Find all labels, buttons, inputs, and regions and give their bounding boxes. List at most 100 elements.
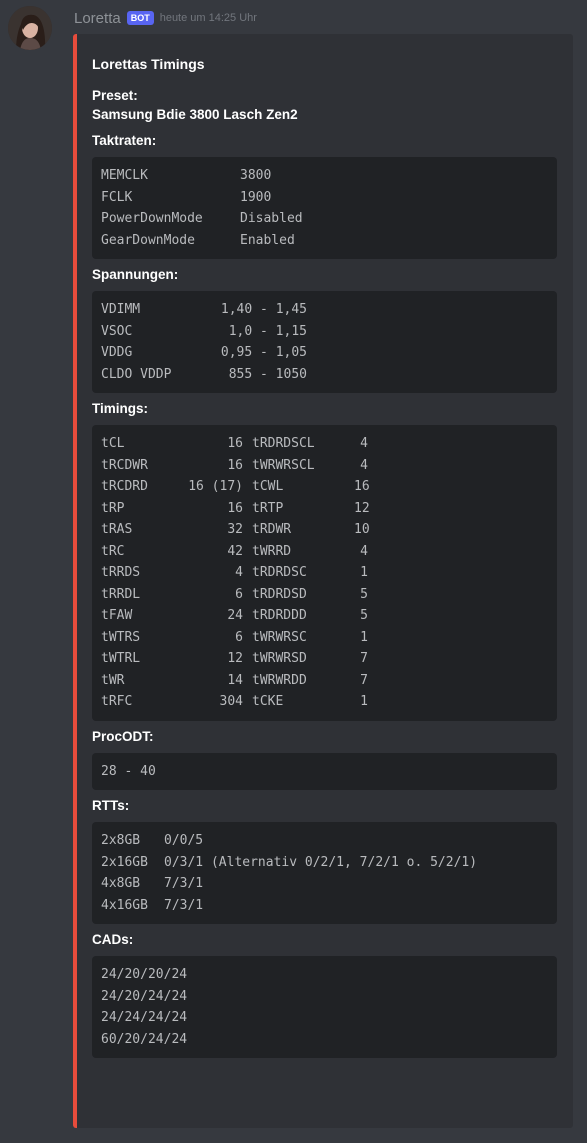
code-cell: 16 — [227, 436, 243, 451]
code-cell: Disabled — [240, 211, 303, 226]
code-line: tRAS 32 tRDWR 10 — [101, 519, 549, 541]
code-cell: 0/3/1 (Alternativ 0/2/1, 7/2/1 o. 5/2/1) — [164, 854, 478, 870]
code-cell: 855 - 1050 — [228, 366, 307, 382]
code-cell: 1 — [360, 565, 368, 580]
embed-title: Lorettas Timings — [92, 56, 205, 72]
field-cads: CADs: 24/20/20/24 24/20/24/24 24/24/24/24 6… — [92, 932, 557, 1058]
code-line: tFAW 24 tRDRDDD 5 — [101, 605, 549, 627]
code-cell: tCL — [101, 436, 125, 451]
code-cell: tRTP — [252, 500, 284, 516]
code-block: 28 - 40 — [92, 752, 557, 790]
code-line: tRCDRD 16 (17) tCWL 16 — [101, 476, 549, 498]
code-line: 60/20/24/24 — [101, 1029, 549, 1051]
code-cell: tFAW — [101, 608, 133, 623]
code-line: 24/20/20/24 — [101, 964, 549, 986]
avatar[interactable] — [8, 6, 52, 50]
code-cell: tRDWR — [252, 522, 292, 537]
code-cell: tWRRD — [252, 543, 292, 559]
field-name: RTTs: — [92, 798, 130, 813]
code-line: 28 - 40 — [101, 761, 549, 783]
code-cell: 10 — [354, 522, 370, 537]
code-cell: 6 — [235, 629, 243, 645]
embed: Lorettas Timings Preset: Samsung Bdie 38… — [73, 34, 573, 1128]
code-line: VSOC 1,0 - 1,15 — [101, 321, 549, 343]
code-cell: GearDownMode — [101, 232, 195, 248]
field-name: Taktraten: — [92, 133, 157, 148]
code-cell: tWTRL — [101, 651, 141, 666]
code-cell: PowerDownMode — [101, 211, 203, 226]
code-cell: 12 — [354, 500, 370, 516]
code-line: PowerDownMode Disabled — [101, 208, 549, 230]
code-cell: 4x16GB — [101, 897, 148, 913]
code-cell: VDIMM — [101, 302, 141, 317]
field-taktraten: Taktraten: MEMCLK 3800 FCLK 1900 PowerDownMo… — [92, 133, 557, 259]
code-cell: 24/20/20/24 — [101, 967, 188, 982]
code-cell: 4x8GB — [101, 876, 141, 891]
code-cell: 1900 — [240, 189, 272, 205]
code-cell: 3800 — [240, 168, 272, 183]
field-name: Preset: — [92, 88, 138, 103]
code-cell: 4 — [360, 543, 368, 559]
field-name: Timings: — [92, 401, 149, 416]
field-timings: Timings: tCL 16 tRDRDSCL 4 tRCDWR 16 tWRWRSCL 4… — [92, 401, 557, 721]
code-line: 24/20/24/24 — [101, 986, 549, 1008]
code-block: 2x8GB 0/0/5 2x16GB 0/3/1 (Alternativ 0/2/1,… — [92, 822, 557, 924]
code-cell: 2x8GB — [101, 833, 141, 848]
code-cell: 14 — [227, 672, 243, 688]
code-cell: 2x16GB — [101, 854, 148, 870]
username[interactable]: Loretta — [74, 10, 121, 27]
code-line: tRP 16 tRTP 12 — [101, 498, 549, 520]
code-line: VDDG 0,95 - 1,05 — [101, 342, 549, 364]
code-cell: 28 - 40 — [101, 763, 156, 779]
code-cell: tRDRDDD — [252, 608, 307, 623]
code-cell: tWTRS — [101, 629, 141, 645]
code-cell: 60/20/24/24 — [101, 1031, 188, 1047]
field-name: ProcODT: — [92, 728, 154, 744]
message-header: Loretta BOT heute um 14:25 Uhr — [74, 8, 257, 28]
code-line: CLDO VDDP 855 - 1050 — [101, 364, 549, 386]
field-procodt: ProcODT: 28 - 40 — [92, 728, 557, 790]
code-cell: 7/3/1 — [164, 897, 204, 913]
field-spannungen: Spannungen: VDIMM 1,40 - 1,45 VSOC 1,0 - 1,… — [92, 267, 557, 393]
code-cell: 4 — [235, 565, 243, 580]
code-cell: 16 — [227, 457, 243, 473]
code-cell: tRRDS — [101, 565, 141, 580]
code-line: 4x8GB 7/3/1 — [101, 873, 549, 895]
code-cell: 16 — [227, 500, 243, 516]
code-line: 2x16GB 0/3/1 (Alternativ 0/2/1, 7/2/1 o. … — [101, 852, 549, 874]
avatar-image — [8, 6, 52, 50]
code-cell: tWRWRDD — [252, 672, 307, 688]
field-name: Spannungen: — [92, 267, 179, 282]
timestamp[interactable]: heute um 14:25 Uhr — [160, 12, 257, 24]
code-cell: 4 — [360, 436, 368, 451]
code-line: MEMCLK 3800 — [101, 165, 549, 187]
code-cell: 24 — [227, 608, 243, 623]
code-block: VDIMM 1,40 - 1,45 VSOC 1,0 - 1,15 VDDG 0,95 -… — [92, 291, 557, 393]
code-cell: 12 — [227, 651, 243, 666]
code-cell: 0/0/5 — [164, 833, 204, 848]
code-line: GearDownMode Enabled — [101, 230, 549, 252]
code-line: FCLK 1900 — [101, 187, 549, 209]
code-cell: tRC — [101, 543, 125, 559]
code-cell: 24/20/24/24 — [101, 988, 188, 1004]
field-preset: Preset: Samsung Bdie 3800 Lasch Zen2 — [92, 88, 557, 123]
code-cell: FCLK — [101, 189, 133, 205]
code-cell: MEMCLK — [101, 168, 148, 183]
code-cell: tRCDRD — [101, 479, 148, 494]
code-cell: tWRWRSCL — [252, 457, 315, 473]
code-line: 24/24/24/24 — [101, 1007, 549, 1029]
code-cell: 0,95 - 1,05 — [220, 345, 307, 360]
code-cell: 1 — [360, 629, 368, 645]
code-cell: 24/24/24/24 — [101, 1010, 188, 1025]
code-line: tWTRS 6 tWRWRSC 1 — [101, 627, 549, 649]
code-cell: 16 (17) — [188, 479, 243, 494]
code-cell: tRP — [101, 500, 125, 516]
code-cell: tCWL — [252, 479, 284, 494]
code-line: tRRDL 6 tRDRDSD 5 — [101, 584, 549, 606]
code-cell: tWRWRSC — [252, 629, 307, 645]
code-cell: VSOC — [101, 323, 133, 339]
code-line: tWTRL 12 tWRWRSD 7 — [101, 648, 549, 670]
code-cell: 7/3/1 — [164, 876, 204, 891]
code-cell: VDDG — [101, 345, 133, 360]
code-cell: 42 — [227, 543, 243, 559]
